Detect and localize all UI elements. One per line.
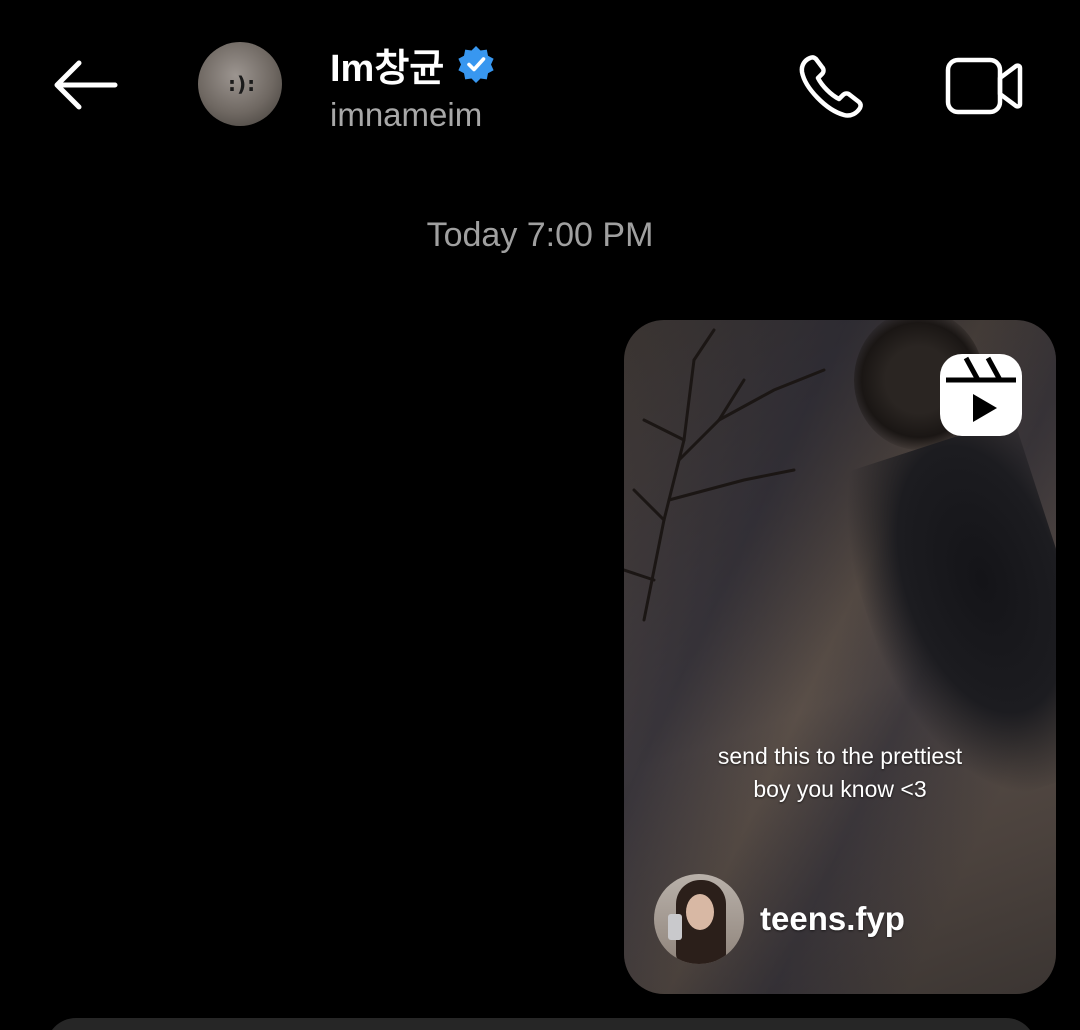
back-button[interactable]: [46, 52, 122, 118]
video-call-button[interactable]: [944, 54, 1024, 118]
chat-header: :): Im창균 imnameim: [0, 0, 1080, 170]
shared-reel-card[interactable]: send this to the prettiest boy you know …: [624, 320, 1056, 994]
contact-display-name: Im창균: [330, 47, 445, 90]
message-composer[interactable]: [46, 1018, 1036, 1030]
author-avatar-phone: [668, 914, 682, 940]
message-timestamp: Today 7:00 PM: [426, 216, 654, 254]
reel-caption-line-1: send this to the prettiest: [717, 743, 963, 769]
reel-author-avatar: [654, 874, 744, 964]
reel-author[interactable]: teens.fyp: [654, 874, 905, 964]
audio-call-button[interactable]: [796, 50, 870, 122]
video-camera-icon: [945, 57, 1023, 115]
phone-icon: [799, 55, 863, 118]
verified-badge-icon: [458, 46, 494, 83]
arrow-left-icon: [54, 60, 118, 110]
contact-avatar[interactable]: :):: [198, 42, 282, 126]
author-avatar-face: [686, 894, 714, 930]
reels-icon: [940, 354, 1022, 436]
contact-username: imnameim: [330, 96, 483, 133]
reel-author-name: teens.fyp: [760, 900, 905, 937]
reel-caption-line-2: boy you know <3: [753, 776, 927, 802]
reel-caption: send this to the prettiest boy you know …: [624, 740, 1056, 806]
contact-name-row[interactable]: Im창균: [330, 38, 496, 90]
avatar-image: :):: [228, 72, 257, 96]
